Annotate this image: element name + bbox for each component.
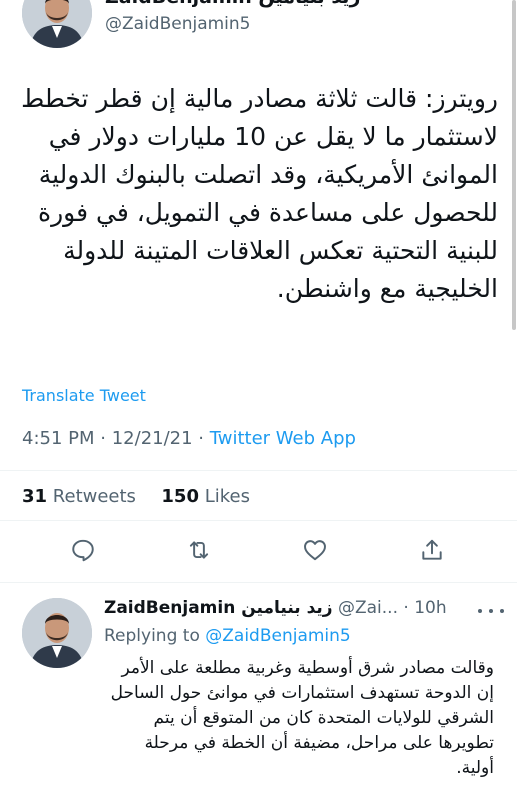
meta-separator: · (198, 428, 210, 449)
heart-icon (304, 540, 326, 561)
divider (0, 582, 517, 583)
author-name[interactable]: ZaidBenjamin زيد بنيامين (105, 0, 360, 12)
like-button[interactable] (295, 530, 335, 570)
retweet-button[interactable] (179, 530, 219, 570)
tweet-date[interactable]: 12/21/21 (112, 428, 193, 449)
share-icon (422, 539, 442, 560)
retweets-label: Retweets (52, 486, 136, 507)
divider (0, 520, 517, 521)
tweet-source[interactable]: Twitter Web App (210, 428, 356, 449)
author-handle[interactable]: @ZaidBenjamin5 (105, 14, 360, 34)
reply-time[interactable]: 10h (414, 598, 446, 618)
tweet-stats: 31 Retweets 150 Likes (22, 486, 250, 507)
reply-header: ZaidBenjamin زيد بنيامين @Zai... · 10h (104, 598, 447, 618)
reply-author-avatar[interactable] (22, 598, 92, 668)
reply-author-handle[interactable]: @Zai... (338, 598, 398, 618)
tweet-text: رويترز: قالت ثلاثة مصادر مالية إن قطر تخ… (21, 84, 498, 303)
author-avatar[interactable] (22, 0, 92, 48)
translate-tweet-link[interactable]: Translate Tweet (22, 386, 146, 405)
replying-to-line: Replying to @ZaidBenjamin5 (104, 626, 351, 646)
retweets-count: 31 (22, 486, 48, 507)
reply-icon (72, 539, 94, 562)
likes-stat[interactable]: 150 Likes (161, 486, 250, 507)
likes-count: 150 (161, 486, 199, 507)
replying-to-handle[interactable]: @ZaidBenjamin5 (205, 626, 351, 646)
reply-text: وقالت مصادر شرق أوسطية وغربية مطلعة على … (110, 658, 494, 778)
replying-prefix: Replying to (104, 626, 200, 646)
retweet-icon (189, 541, 209, 559)
tweet-time[interactable]: 4:51 PM (22, 428, 95, 449)
person-avatar-icon (22, 0, 92, 48)
reply-author-name[interactable]: ZaidBenjamin زيد بنيامين (104, 598, 333, 618)
person-avatar-icon (22, 598, 92, 668)
more-dot-icon (489, 609, 493, 613)
tweet-meta: 4:51 PM · 12/21/21 · Twitter Web App (22, 428, 356, 449)
more-dot-icon (500, 609, 504, 613)
more-dot-icon (478, 609, 482, 613)
more-options-button[interactable] (478, 601, 504, 621)
likes-label: Likes (204, 486, 250, 507)
author-block[interactable]: ZaidBenjamin زيد بنيامين @ZaidBenjamin5 (105, 0, 360, 34)
divider (0, 470, 517, 471)
tweet-actions (0, 530, 517, 576)
scrollbar[interactable] (512, 0, 516, 330)
share-button[interactable] (412, 530, 452, 570)
retweets-stat[interactable]: 31 Retweets (22, 486, 136, 507)
reply-button[interactable] (63, 530, 103, 570)
meta-separator: · (403, 598, 415, 618)
meta-separator: · (100, 428, 112, 449)
